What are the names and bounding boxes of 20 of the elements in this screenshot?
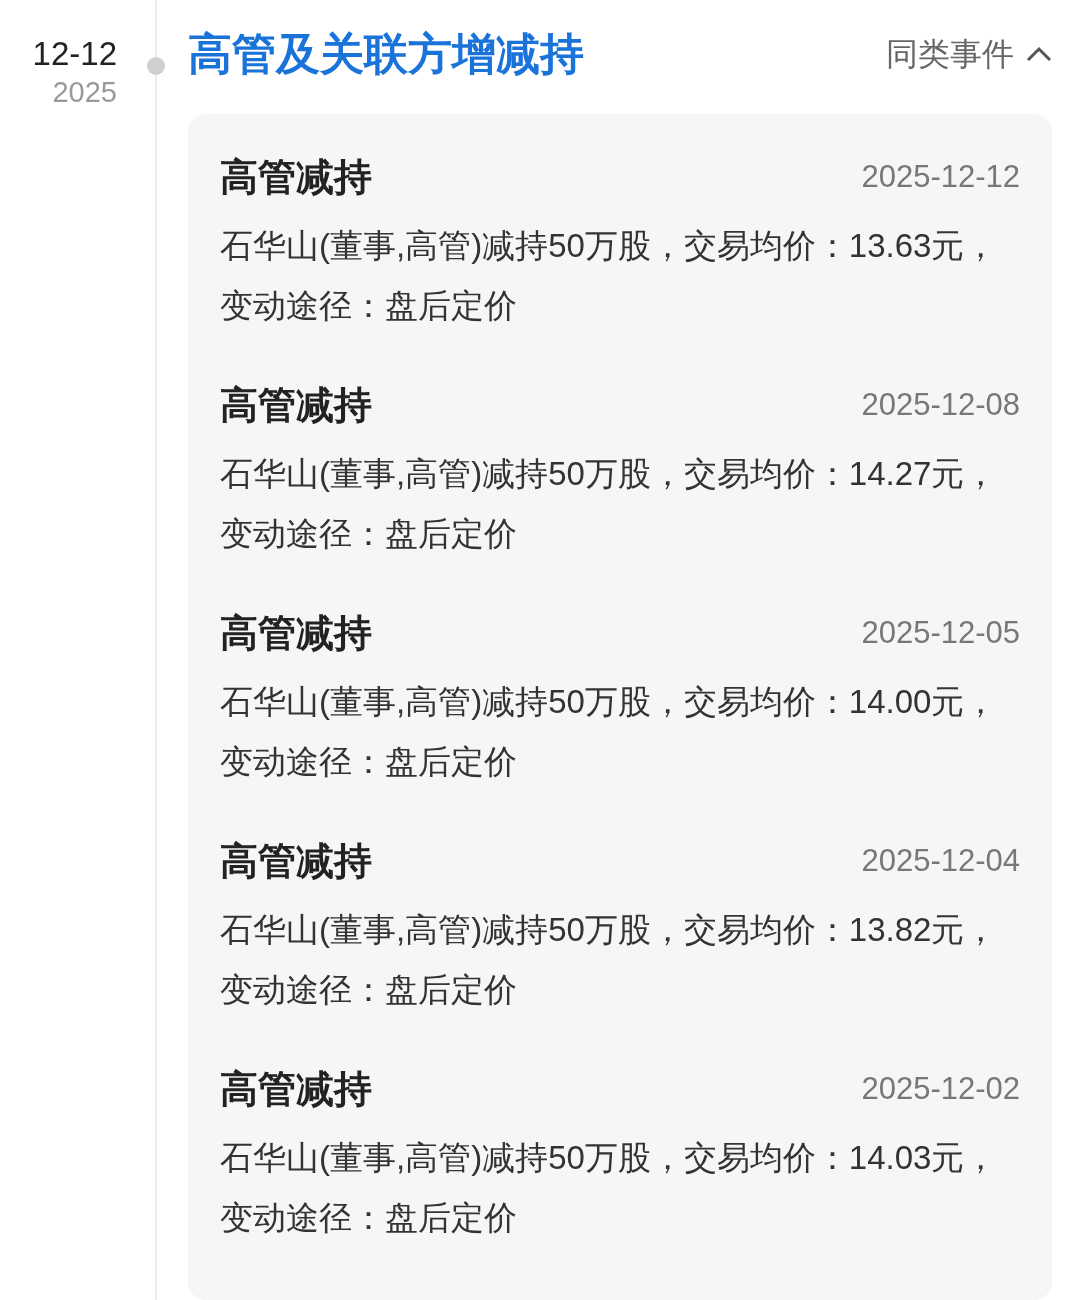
item-date: 2025-12-04 — [861, 841, 1020, 880]
timeline-year: 2025 — [52, 75, 117, 110]
timeline-date: 12-12 — [32, 34, 117, 74]
item-description: 石华山(董事,高管)减持50万股，交易均价：14.03元，变动途径：盘后定价 — [220, 1138, 999, 1238]
item-date: 2025-12-12 — [861, 157, 1020, 196]
item-title: 高管减持 — [220, 838, 372, 884]
item-date: 2025-12-05 — [861, 613, 1020, 652]
item-description: 石华山(董事,高管)减持50万股，交易均价：13.82元，变动途径：盘后定价 — [220, 910, 999, 1010]
item-date: 2025-12-02 — [861, 1069, 1020, 1108]
item-description: 石华山(董事,高管)减持50万股，交易均价：14.00元，变动途径：盘后定价 — [220, 682, 999, 782]
chevron-icon — [1026, 46, 1052, 62]
event-title: 高管及关联方增减持 — [188, 28, 584, 80]
item-date: 2025-12-08 — [861, 385, 1020, 424]
item-description: 石华山(董事,高管)减持50万股，交易均价：13.63元，变动途径：盘后定价 — [220, 226, 999, 326]
item-title: 高管减持 — [220, 610, 372, 656]
related-events-toggle[interactable]: 同类事件 — [886, 30, 1052, 78]
item-description: 石华山(董事,高管)减持50万股，交易均价：14.27元，变动途径：盘后定价 — [220, 454, 999, 554]
item-title: 高管减持 — [220, 1066, 372, 1112]
item-title: 高管减持 — [220, 154, 372, 200]
item-title: 高管减持 — [220, 382, 372, 428]
